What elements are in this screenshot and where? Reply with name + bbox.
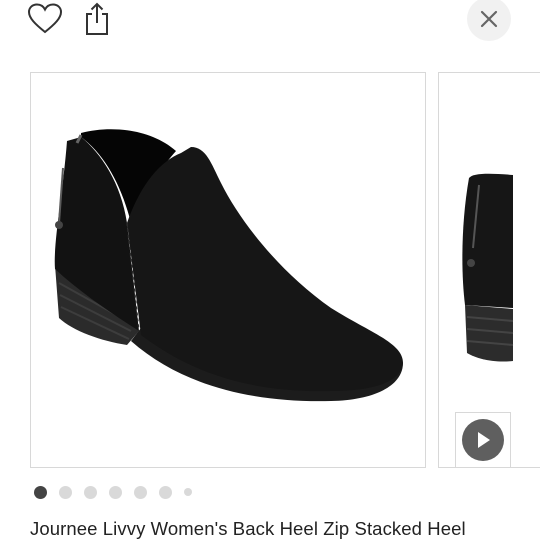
heart-icon[interactable] <box>26 2 64 36</box>
product-video-thumbnail[interactable] <box>455 412 511 468</box>
pagination-dot-4[interactable] <box>109 485 122 499</box>
product-title: Journee Livvy Women's Back Heel Zip Stac… <box>30 518 466 539</box>
play-icon <box>462 419 504 461</box>
pagination-dot-6[interactable] <box>159 485 172 499</box>
product-image-carousel[interactable] <box>0 70 540 470</box>
pagination-dot-2[interactable] <box>59 485 72 499</box>
carousel-pagination-dots <box>34 485 204 499</box>
pagination-dot-7[interactable] <box>184 488 192 496</box>
close-icon <box>480 10 498 28</box>
share-icon[interactable] <box>80 0 114 38</box>
top-bar <box>0 0 540 44</box>
pagination-dot-3[interactable] <box>84 485 97 499</box>
product-image-main[interactable] <box>30 72 426 468</box>
black-bootie-image <box>54 129 403 402</box>
pagination-dot-5[interactable] <box>134 485 147 499</box>
product-image-next[interactable] <box>438 72 540 468</box>
close-button[interactable] <box>467 0 511 41</box>
pagination-dot-1[interactable] <box>34 485 47 499</box>
bootie-back-view-image <box>462 173 514 362</box>
